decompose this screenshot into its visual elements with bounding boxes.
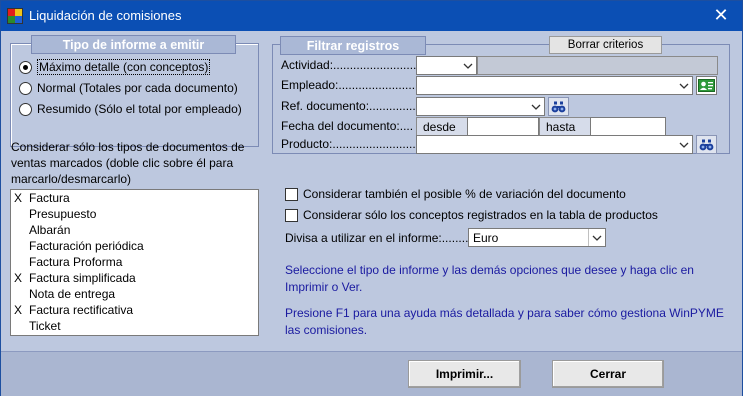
person-card-icon <box>698 79 715 92</box>
doc-types-instruction: Considerar sólo los tipos de documentos … <box>11 140 245 186</box>
help-text-1: Seleccione el tipo de informe y las demá… <box>285 263 694 294</box>
main-window: Liquidación de comisiones ✕ Tipo de info… <box>0 0 743 396</box>
producto-label: Producto:............................... <box>281 137 436 151</box>
fecha-hasta-input[interactable] <box>590 117 666 136</box>
title-bar: Liquidación de comisiones ✕ <box>1 1 742 31</box>
print-button[interactable]: Imprimir... <box>408 360 521 388</box>
radio-button[interactable] <box>19 60 32 74</box>
item-label: Factura simplificada <box>29 271 136 285</box>
variation-label: Considerar también el posible % de varia… <box>303 187 626 201</box>
empleado-label: Empleado:............................. <box>281 78 436 92</box>
list-item[interactable]: Ticket <box>11 318 258 334</box>
empleado-card-button[interactable] <box>696 76 717 95</box>
variation-checkbox-row[interactable]: Considerar también el posible % de varia… <box>285 186 626 202</box>
binoculars-icon <box>699 139 714 150</box>
help-text-2: Presione F1 para una ayuda más detallada… <box>285 306 724 337</box>
chevron-down-icon[interactable] <box>588 229 605 246</box>
ref-search-button[interactable] <box>548 97 569 116</box>
actividad-label: Actividad:............................. <box>281 58 430 72</box>
producto-select[interactable] <box>416 135 693 154</box>
clear-criteria-button[interactable]: Borrar criterios <box>549 36 662 54</box>
list-item[interactable]: Factura Proforma <box>11 254 258 270</box>
check-mark: X <box>14 303 23 317</box>
variation-checkbox[interactable] <box>285 187 298 201</box>
list-item[interactable]: Presupuesto <box>11 206 258 222</box>
actividad-select[interactable] <box>416 56 477 75</box>
products-checkbox-row[interactable]: Considerar sólo los conceptos registrado… <box>285 207 658 223</box>
fecha-desde-input[interactable] <box>467 117 539 136</box>
app-logo-icon <box>7 8 23 24</box>
check-mark: X <box>14 191 23 205</box>
binoculars-icon <box>551 101 566 112</box>
hasta-label: hasta <box>539 117 591 136</box>
window-title: Liquidación de comisiones <box>29 8 182 23</box>
producto-search-button[interactable] <box>696 135 717 154</box>
dialog-body: Tipo de informe a emitir Máximo detalle … <box>1 31 742 351</box>
close-window-button[interactable]: ✕ <box>710 5 732 25</box>
list-item[interactable]: X Factura <box>11 190 258 206</box>
currency-value: Euro <box>473 231 499 245</box>
radio-maximo-detalle[interactable]: Máximo detalle (con conceptos) <box>19 59 211 75</box>
fecha-label: Fecha del documento:.... <box>281 119 414 133</box>
products-label: Considerar sólo los conceptos registrado… <box>303 208 658 222</box>
ref-documento-select[interactable] <box>416 97 545 116</box>
desde-label: desde <box>416 117 468 136</box>
currency-label: Divisa a utilizar en el informe:........ <box>285 231 469 245</box>
item-label: Ticket <box>29 319 61 333</box>
item-label: Facturación periódica <box>29 239 144 253</box>
list-item[interactable]: Nota de entrega <box>11 286 258 302</box>
ref-documento-label: Ref. documento:................... <box>281 99 433 113</box>
item-label: Nota de entrega <box>29 287 116 301</box>
filter-header: Filtrar registros <box>280 36 426 55</box>
radio-resumido[interactable]: Resumido (Sólo el total por empleado) <box>19 101 242 117</box>
item-label: Albarán <box>29 223 71 237</box>
chevron-down-icon[interactable] <box>527 98 544 115</box>
radio-label: Resumido (Sólo el total por empleado) <box>37 102 242 116</box>
chevron-down-icon[interactable] <box>459 57 476 74</box>
empleado-select[interactable] <box>416 76 693 95</box>
radio-label: Máximo detalle (con conceptos) <box>37 59 211 75</box>
list-item[interactable]: X Factura rectificativa <box>11 302 258 318</box>
item-label: Presupuesto <box>29 207 97 221</box>
actividad-description <box>477 56 718 75</box>
button-bar: Imprimir... Cerrar <box>1 351 742 396</box>
item-label: Factura Proforma <box>29 255 123 269</box>
currency-select[interactable]: Euro <box>468 228 606 247</box>
item-label: Factura rectificativa <box>29 303 134 317</box>
list-item[interactable]: X Factura simplificada <box>11 270 258 286</box>
item-label: Factura <box>29 191 70 205</box>
chevron-down-icon[interactable] <box>675 136 692 153</box>
radio-label: Normal (Totales por cada documento) <box>37 81 238 95</box>
chevron-down-icon[interactable] <box>675 77 692 94</box>
report-type-header: Tipo de informe a emitir <box>31 35 236 54</box>
radio-normal[interactable]: Normal (Totales por cada documento) <box>19 80 238 96</box>
list-item[interactable]: Albarán <box>11 222 258 238</box>
radio-button[interactable] <box>19 81 32 95</box>
doc-types-list[interactable]: X Factura Presupuesto Albarán Facturación… <box>10 189 259 336</box>
list-item[interactable]: Facturación periódica <box>11 238 258 254</box>
check-mark: X <box>14 271 23 285</box>
radio-button[interactable] <box>19 102 32 116</box>
report-type-group: Tipo de informe a emitir Máximo detalle … <box>10 35 259 147</box>
close-button[interactable]: Cerrar <box>552 360 664 388</box>
products-checkbox[interactable] <box>285 208 298 222</box>
